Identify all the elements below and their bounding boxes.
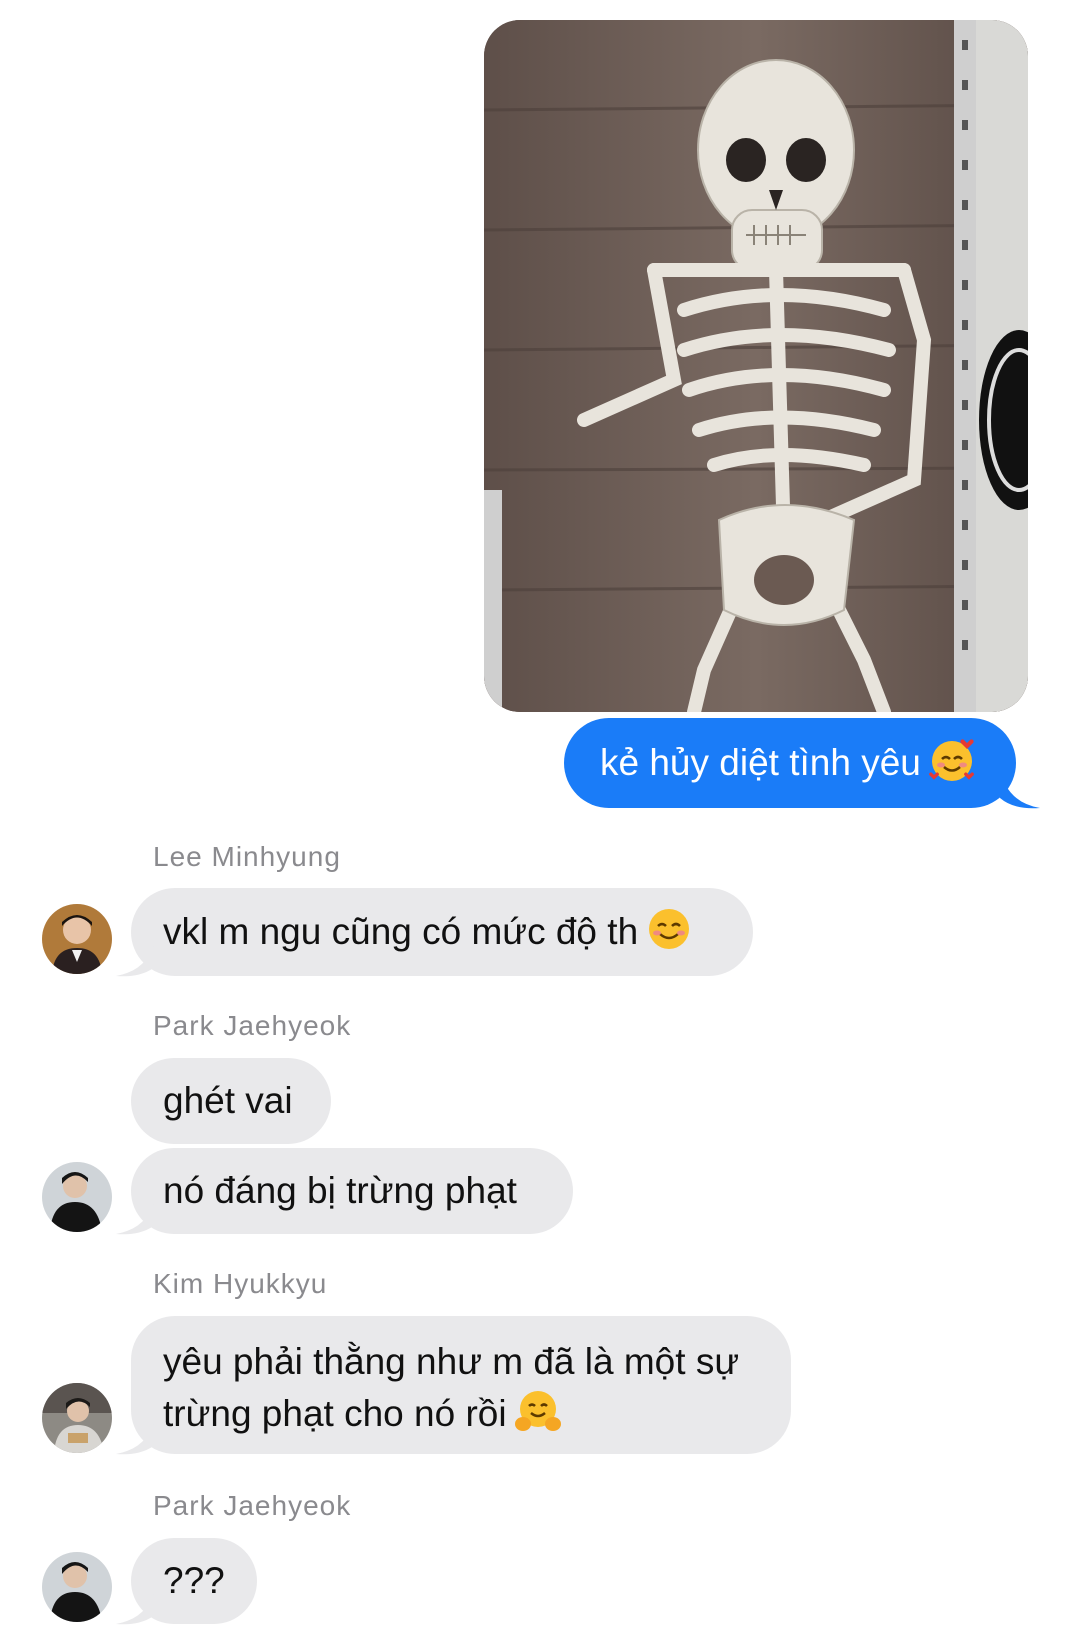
sender-name: Park Jaehyeok [153, 1010, 352, 1041]
hugging-face-icon [514, 1388, 561, 1434]
incoming-bubble-tail [116, 1414, 156, 1455]
incoming-message-text-line: yêu phải thằng như m đã là một sự [163, 1341, 740, 1382]
smiling-face-icon [646, 896, 692, 949]
incoming-message-text: ??? [163, 1560, 225, 1601]
outgoing-bubble-tail [1000, 768, 1040, 809]
incoming-message-bubble[interactable]: yêu phải thằng như m đã là một sự trừng … [131, 1316, 791, 1454]
outgoing-message-bubble[interactable]: kẻ hủy diệt tình yêu [564, 718, 1016, 808]
incoming-message-bubble[interactable]: ghét vai [131, 1058, 331, 1144]
sender-name: Lee Minhyung [153, 841, 341, 872]
incoming-message-text: nó đáng bị trừng phạt [163, 1170, 517, 1211]
skeleton-photo-image [484, 20, 1028, 712]
sent-photo[interactable] [484, 20, 1028, 712]
incoming-message-text: ghét vai [163, 1080, 293, 1121]
smiling-face-with-hearts-icon [928, 726, 975, 781]
incoming-message-text: vkl m ngu cũng có mức độ th [163, 911, 639, 952]
incoming-message-text-line: trừng phạt cho nó rồi [163, 1393, 507, 1434]
incoming-message-bubble[interactable]: vkl m ngu cũng có mức độ th [131, 888, 753, 976]
avatar[interactable] [42, 1552, 112, 1622]
incoming-bubble-tail [116, 1194, 156, 1235]
incoming-message-bubble[interactable]: nó đáng bị trừng phạt [131, 1148, 573, 1234]
incoming-bubble-tail [116, 1584, 156, 1625]
outgoing-message-text: kẻ hủy diệt tình yêu [600, 742, 921, 783]
avatar[interactable] [42, 1383, 112, 1453]
incoming-bubble-tail [116, 936, 156, 977]
sender-name: Kim Hyukkyu [153, 1268, 328, 1299]
avatar[interactable] [42, 1162, 112, 1232]
avatar[interactable] [42, 904, 112, 974]
sender-name: Park Jaehyeok [153, 1490, 352, 1521]
